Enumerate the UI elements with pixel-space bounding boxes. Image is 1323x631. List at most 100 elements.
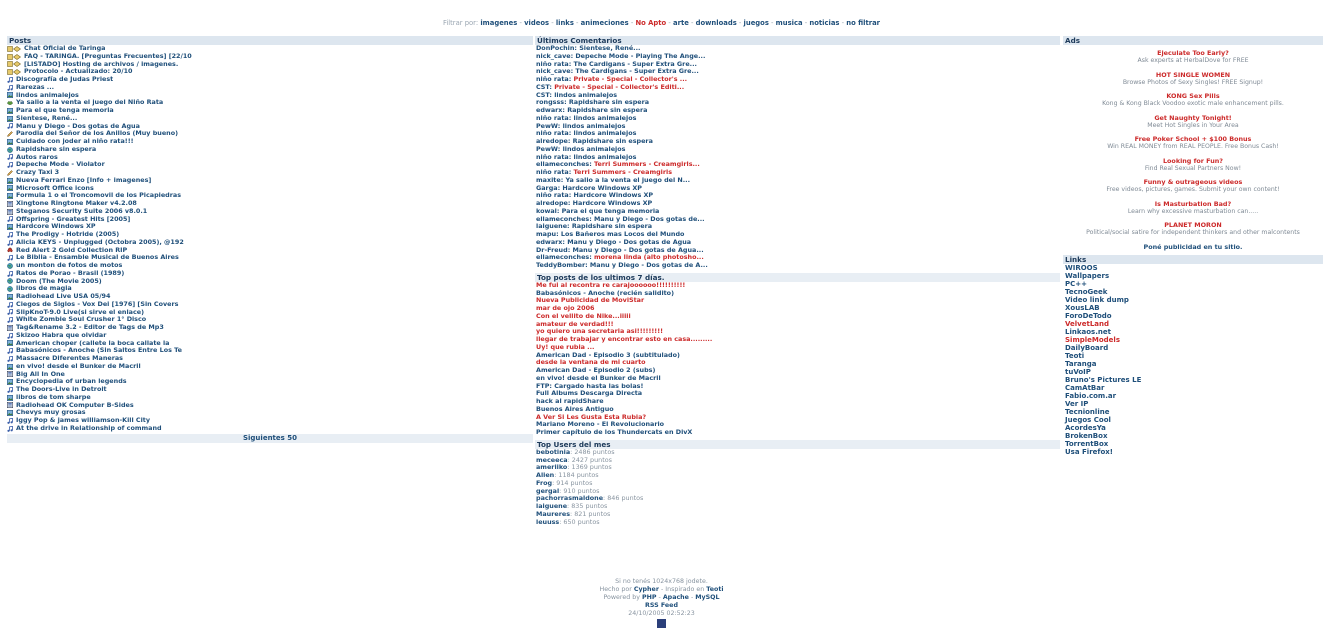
post-title[interactable]: [LISTADO] Hosting de archivos / imagenes…: [24, 61, 178, 69]
comment-item[interactable]: alredope: Hardcore Windows XP: [535, 200, 1060, 208]
comment-post-title[interactable]: Rapidshare sin espera: [573, 138, 653, 145]
post-item[interactable]: Ciegos de Siglos - Vox Dei [1976] [Sin C…: [7, 301, 533, 309]
post-item[interactable]: Encyclopedia of urban legends: [7, 378, 533, 386]
post-title[interactable]: Ciegos de Siglos - Vox Dei [1976] [Sin C…: [16, 301, 178, 309]
post-title[interactable]: At the drive in Relationship of command: [16, 425, 162, 433]
post-title[interactable]: lindos animalejos: [16, 92, 79, 100]
comment-item[interactable]: PewW: lindos animalejos: [535, 123, 1060, 131]
comment-post-title[interactable]: Private - Special - Collector's ...: [574, 76, 688, 83]
inspiration-link[interactable]: Teoti: [706, 586, 723, 593]
filter-link[interactable]: links: [556, 19, 574, 27]
link-item[interactable]: BrokenBox: [1063, 432, 1323, 440]
post-item[interactable]: Big All In One: [7, 371, 533, 379]
comment-item[interactable]: laiguene: Rapidshare sin espera: [535, 223, 1060, 231]
comment-item[interactable]: edwarx: Manu y Diego - Dos gotas de Agua: [535, 239, 1060, 247]
post-title[interactable]: White Zombie Soul Crusher 1° Disco: [16, 316, 146, 324]
filter-link[interactable]: juegos: [744, 19, 769, 27]
next-page-link[interactable]: Siguientes 50: [7, 433, 533, 443]
post-item[interactable]: At the drive in Relationship of command: [7, 425, 533, 433]
post-title[interactable]: Babasónicos - Anoche (Sin Saltos Entre L…: [16, 347, 182, 355]
link-item[interactable]: tuVoIP: [1063, 368, 1323, 376]
post-title[interactable]: Radiohead OK Computer B-Sides: [16, 402, 134, 410]
ad-title[interactable]: Get Naughty Tonight!: [1063, 114, 1323, 122]
advertise-link[interactable]: Poné publicidad en tu sitio.: [1063, 243, 1323, 251]
post-item[interactable]: Depeche Mode - Violator: [7, 161, 533, 169]
post-item[interactable]: Iggy Pop & james williamson-Kill City: [7, 417, 533, 425]
comment-post-title[interactable]: Manu y Diego - Dos gotas de Agua: [567, 239, 691, 246]
comment-user[interactable]: niño rata: [536, 61, 569, 68]
comment-post-title[interactable]: lindos animalejos: [574, 154, 637, 161]
post-item[interactable]: en vivo! desde el Bunker de Macril: [7, 363, 533, 371]
post-item[interactable]: White Zombie Soul Crusher 1° Disco: [7, 316, 533, 324]
comment-post-title[interactable]: Hardcore Windows XP: [562, 185, 642, 192]
comment-post-title[interactable]: Rapidshare sin espera: [569, 99, 649, 106]
post-title[interactable]: Depeche Mode - Violator: [16, 161, 105, 169]
comment-user[interactable]: PewW: [536, 123, 558, 130]
comment-user[interactable]: kowal: [536, 208, 557, 215]
comment-item[interactable]: niño rata: lindos animalejos: [535, 130, 1060, 138]
post-item[interactable]: libros de tom sharpe: [7, 394, 533, 402]
post-title[interactable]: Red Alert 2 Gold Collection RIP: [16, 247, 127, 255]
post-item[interactable]: Doom (The Movie 2005): [7, 278, 533, 286]
link-item[interactable]: DailyBoard: [1063, 344, 1323, 352]
post-title[interactable]: Iggy Pop & james williamson-Kill City: [16, 417, 150, 425]
post-item[interactable]: Hardcore Windows XP: [7, 223, 533, 231]
comment-item[interactable]: ellameconches: Terri Summers - Creamgirl…: [535, 161, 1060, 169]
post-title[interactable]: Massacre Diferentes Maneras: [16, 355, 123, 363]
post-title[interactable]: Parodia del Señor de los Anillos (Muy bu…: [16, 130, 178, 138]
post-title[interactable]: Chat Oficial de Taringa: [24, 45, 105, 53]
link-item[interactable]: TorrentBox: [1063, 440, 1323, 448]
comment-post-title[interactable]: lindos animalejos: [574, 130, 637, 137]
filter-link[interactable]: downloads: [696, 19, 737, 27]
post-title[interactable]: Rapidshare sin espera: [16, 146, 96, 154]
post-title[interactable]: SlipKnoT-9.0 Live(si sirve el enlace): [16, 309, 144, 317]
post-item[interactable]: Radiohead Live USA 05/94: [7, 293, 533, 301]
post-item[interactable]: Formula 1 o el Troncomovil de los Picapi…: [7, 192, 533, 200]
post-title[interactable]: Sientese, René...: [16, 115, 77, 123]
php-link[interactable]: PHP: [642, 594, 657, 601]
post-title[interactable]: Big All In One: [16, 371, 65, 379]
comment-user[interactable]: niño rata: [536, 130, 569, 137]
comment-user[interactable]: nick_cave: [536, 53, 571, 60]
top-post-item[interactable]: llegar de trabajar y encontrar esto en c…: [535, 335, 1060, 344]
comment-post-title[interactable]: Manu y Diego - Dos gotas de Agua...: [572, 247, 703, 254]
post-title[interactable]: The Doors-Live in Detroit: [16, 386, 107, 394]
comment-post-title[interactable]: Manu y Diego - Dos gotas de...: [594, 216, 705, 223]
post-item[interactable]: The Doors-Live in Detroit: [7, 386, 533, 394]
comment-user[interactable]: ellameconches: [536, 161, 589, 168]
ad-title[interactable]: Looking for Fun?: [1063, 157, 1323, 165]
post-title[interactable]: Offspring - Greatest Hits [2005]: [16, 216, 130, 224]
post-title[interactable]: Discografía de Judas Priest: [16, 76, 113, 84]
comment-post-title[interactable]: Private - Special - Collector's Editi...: [554, 84, 684, 91]
comment-post-title[interactable]: The Cardigans - Super Extra Gre...: [574, 61, 697, 68]
filter-link[interactable]: animeciones: [581, 19, 629, 27]
comment-item[interactable]: kowal: Para el que tenga memoria: [535, 208, 1060, 216]
post-title[interactable]: libros de tom sharpe: [16, 394, 91, 402]
post-title[interactable]: FAQ - TARINGA. [Preguntas Frecuentes] [2…: [24, 53, 192, 61]
comment-user[interactable]: nick_cave: [536, 68, 571, 75]
comment-item[interactable]: ellameconches: Manu y Diego - Dos gotas …: [535, 216, 1060, 224]
post-title[interactable]: Radiohead Live USA 05/94: [16, 293, 110, 301]
link-item[interactable]: Video link dump: [1063, 296, 1323, 304]
filter-link[interactable]: musica: [776, 19, 803, 27]
comment-item[interactable]: nick_cave: The Cardigans - Super Extra G…: [535, 68, 1060, 76]
post-item[interactable]: Nueva Ferrari Enzo [Info + imagenes]: [7, 177, 533, 185]
post-title[interactable]: Encyclopedia of urban legends: [16, 378, 127, 386]
comment-item[interactable]: CST: lindos animalejos: [535, 92, 1060, 100]
link-item[interactable]: Usa Firefox!: [1063, 448, 1323, 456]
comment-item[interactable]: niño rata: lindos animalejos: [535, 115, 1060, 123]
comment-post-title[interactable]: Los Bañeros mas Locos del Mundo: [561, 231, 685, 238]
comment-user[interactable]: mapu: [536, 231, 556, 238]
filter-link[interactable]: imagenes: [480, 19, 517, 27]
comment-item[interactable]: niño rata: Hardcore Windows XP: [535, 192, 1060, 200]
post-title[interactable]: Para el que tenga memoria: [16, 107, 114, 115]
post-item[interactable]: Tag&Rename 3.2 - Editor de Tags de Mp3: [7, 324, 533, 332]
post-item[interactable]: Para el que tenga memoria: [7, 107, 533, 115]
comment-post-title[interactable]: lindos animalejos: [563, 123, 626, 130]
post-title[interactable]: Microsoft Office icons: [16, 185, 94, 193]
comment-user[interactable]: niño rata: [536, 169, 569, 176]
post-item[interactable]: Offspring - Greatest Hits [2005]: [7, 216, 533, 224]
post-title[interactable]: Manu y Diego - Dos gotas de Agua: [16, 123, 140, 131]
top-user-name[interactable]: leuuss: [536, 518, 559, 526]
comment-user[interactable]: Dr-Freud: [536, 247, 568, 254]
